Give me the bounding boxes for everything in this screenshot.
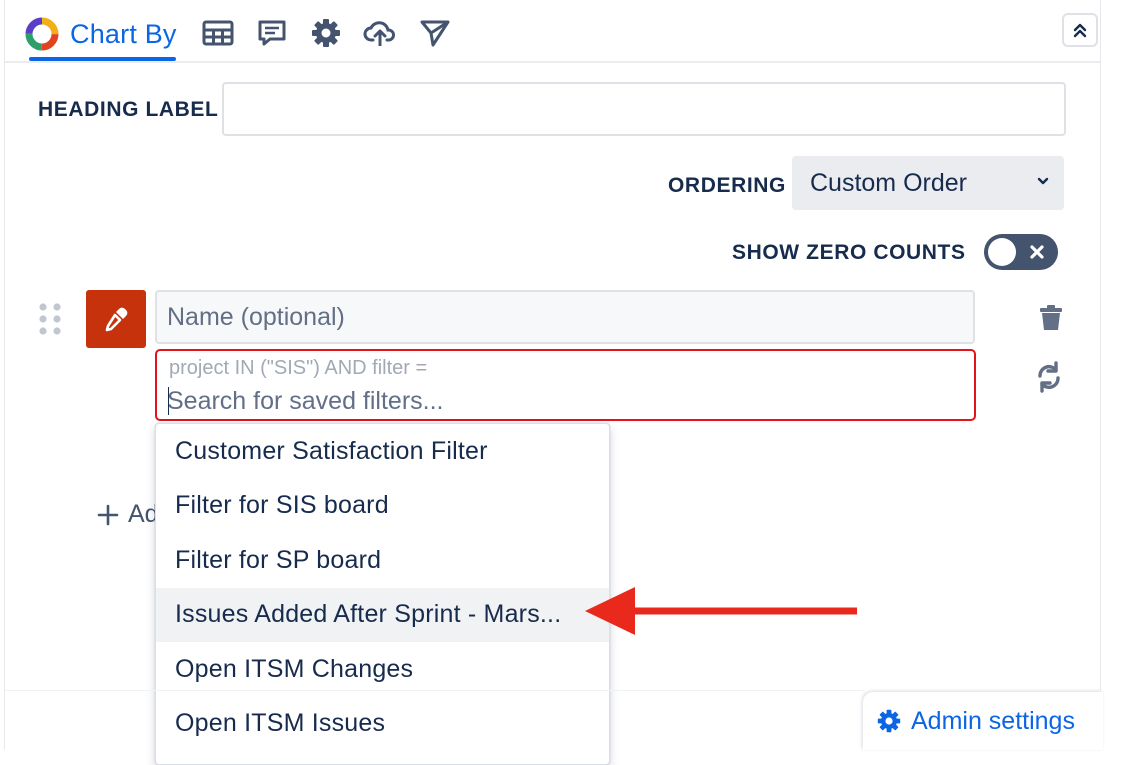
table-icon[interactable]: [201, 16, 235, 50]
add-series-link[interactable]: Ad: [96, 500, 159, 529]
panel-border-left: [4, 0, 5, 750]
refresh-icon[interactable]: [1032, 360, 1066, 394]
color-picker-button[interactable]: [86, 290, 146, 348]
saved-filter-dropdown: Customer Satisfaction Filter Filter for …: [155, 423, 610, 765]
admin-settings-button[interactable]: Admin settings: [863, 692, 1103, 750]
toggle-knob: [988, 238, 1016, 266]
trash-icon[interactable]: [1038, 304, 1064, 332]
eyedropper-icon: [105, 307, 128, 332]
dropdown-item[interactable]: Customer Satisfaction Filter: [156, 424, 609, 479]
admin-settings-label: Admin settings: [911, 706, 1075, 735]
footer-divider: [5, 690, 865, 691]
send-icon[interactable]: [418, 16, 452, 50]
comment-icon[interactable]: [255, 16, 289, 50]
close-icon: [1030, 245, 1044, 259]
chevron-down-icon: [1037, 177, 1049, 185]
saved-filter-search-input[interactable]: [167, 385, 957, 417]
collapse-button[interactable]: [1062, 13, 1098, 47]
dropdown-item-hovered[interactable]: Issues Added After Sprint - Mars...: [156, 587, 609, 642]
dropdown-item[interactable]: Filter for SP board: [156, 533, 609, 588]
text-caret: [168, 387, 169, 415]
tab-chart-by[interactable]: Chart By: [24, 10, 177, 58]
ordering-label: ORDERING: [668, 174, 786, 197]
jql-prefix: project IN ("SIS") AND filter =: [169, 357, 428, 379]
tab-chart-by-label: Chart By: [70, 18, 177, 49]
annotation-arrow-icon: [585, 587, 857, 635]
dropdown-item[interactable]: Open ITSM Issues: [156, 697, 609, 752]
filter-search-box[interactable]: project IN ("SIS") AND filter =: [155, 349, 976, 421]
gear-icon: [877, 709, 901, 733]
dropdown-item[interactable]: Open ITSM Changes: [156, 642, 609, 697]
heading-label: HEADING LABEL: [38, 98, 219, 121]
chart-logo-icon: [25, 17, 59, 51]
panel-border-right: [1100, 0, 1101, 690]
plus-icon: [97, 504, 119, 525]
gear-icon[interactable]: [309, 16, 343, 50]
show-zero-counts-toggle[interactable]: [984, 234, 1058, 270]
dropdown-item[interactable]: Filter for SIS board: [156, 479, 609, 534]
ordering-select[interactable]: Custom Order: [792, 156, 1064, 210]
series-name-input[interactable]: Name (optional): [155, 290, 975, 344]
chevrons-up-icon: [1073, 23, 1087, 38]
show-zero-counts-label: SHOW ZERO COUNTS: [732, 241, 966, 264]
drag-handle-icon[interactable]: [38, 302, 62, 336]
ordering-value: Custom Order: [810, 168, 967, 197]
tab-bar: Chart By: [0, 0, 1100, 63]
cloud-upload-icon[interactable]: [363, 16, 397, 50]
tabs-divider: [5, 61, 1100, 63]
heading-input[interactable]: [222, 82, 1066, 136]
add-series-label: Ad: [128, 500, 159, 528]
